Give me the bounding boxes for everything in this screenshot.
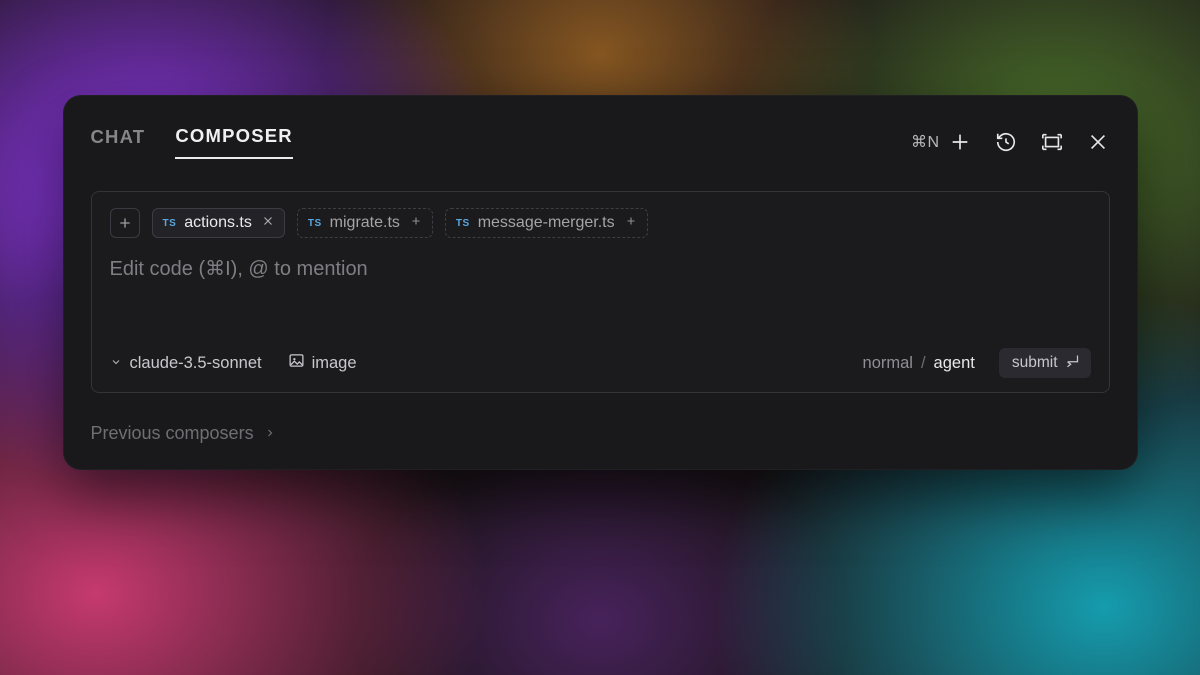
chip-filename: migrate.ts bbox=[330, 214, 400, 232]
add-chip-icon[interactable] bbox=[625, 214, 637, 232]
ts-badge: TS bbox=[308, 218, 322, 229]
previous-composers-label: Previous composers bbox=[91, 423, 254, 444]
composer-footer: claude-3.5-sonnet image normal / agent s… bbox=[110, 348, 1091, 378]
mode-agent[interactable]: agent bbox=[934, 354, 975, 373]
attach-image-button[interactable]: image bbox=[288, 352, 357, 374]
new-shortcut-label: ⌘N bbox=[911, 132, 940, 152]
remove-chip-icon[interactable] bbox=[262, 214, 274, 232]
add-chip-icon[interactable] bbox=[410, 214, 422, 232]
top-actions: ⌘N bbox=[911, 130, 1110, 154]
ts-badge: TS bbox=[163, 218, 177, 229]
mode-normal[interactable]: normal bbox=[863, 354, 913, 373]
chip-filename: message-merger.ts bbox=[478, 214, 615, 232]
image-label: image bbox=[312, 354, 357, 373]
add-context-button[interactable] bbox=[110, 208, 140, 238]
submit-button[interactable]: submit bbox=[999, 348, 1091, 378]
chip-filename: actions.ts bbox=[184, 214, 252, 232]
context-chip[interactable]: TS migrate.ts bbox=[297, 208, 433, 238]
chevron-right-icon bbox=[264, 423, 276, 444]
chevron-down-icon bbox=[110, 354, 122, 373]
mode-tabs: CHAT COMPOSER bbox=[91, 125, 293, 159]
image-icon bbox=[288, 352, 305, 374]
ts-badge: TS bbox=[456, 218, 470, 229]
composer-panel: CHAT COMPOSER ⌘N bbox=[63, 95, 1138, 470]
plus-icon bbox=[948, 130, 972, 154]
close-icon[interactable] bbox=[1086, 130, 1110, 154]
context-chip[interactable]: TS actions.ts bbox=[152, 208, 285, 238]
previous-composers-button[interactable]: Previous composers bbox=[91, 423, 276, 444]
composer-box: TS actions.ts TS migrate.ts TS message-merger… bbox=[91, 191, 1110, 393]
context-chip[interactable]: TS message-merger.ts bbox=[445, 208, 648, 238]
prompt-input[interactable] bbox=[110, 256, 1091, 302]
model-name: claude-3.5-sonnet bbox=[130, 354, 262, 373]
tab-composer[interactable]: COMPOSER bbox=[175, 125, 293, 159]
submit-label: submit bbox=[1012, 354, 1058, 372]
expand-icon[interactable] bbox=[1040, 130, 1064, 154]
tab-chat[interactable]: CHAT bbox=[91, 126, 146, 158]
mode-separator: / bbox=[921, 354, 926, 373]
model-picker[interactable]: claude-3.5-sonnet bbox=[110, 354, 262, 373]
top-bar: CHAT COMPOSER ⌘N bbox=[91, 125, 1110, 159]
prompt-area bbox=[110, 256, 1091, 348]
history-icon[interactable] bbox=[994, 130, 1018, 154]
mode-toggle[interactable]: normal / agent bbox=[863, 354, 975, 373]
enter-icon bbox=[1065, 353, 1080, 373]
new-composer-button[interactable]: ⌘N bbox=[911, 130, 972, 154]
context-chips-row: TS actions.ts TS migrate.ts TS message-merger… bbox=[110, 208, 1091, 238]
